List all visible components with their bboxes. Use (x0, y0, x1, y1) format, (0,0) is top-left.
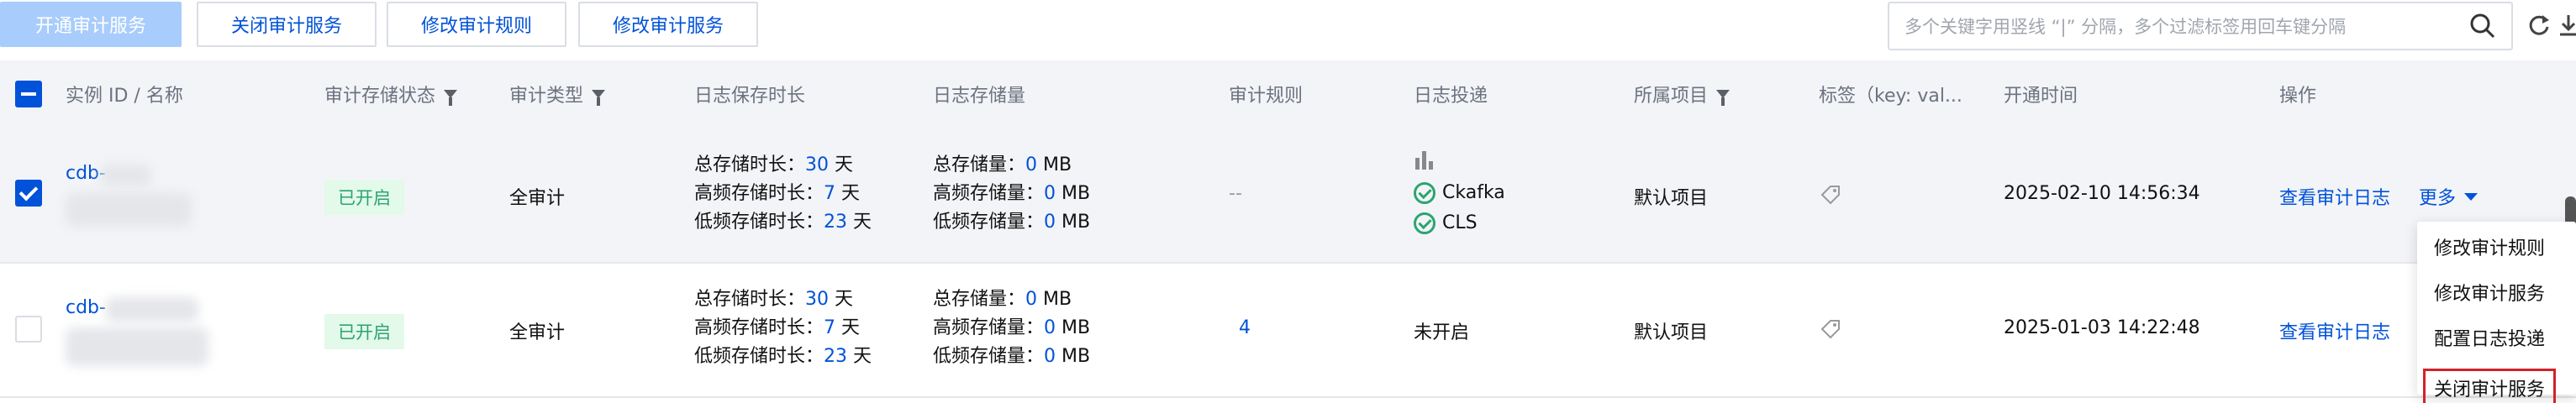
open-time: 2025-01-03 14:22:48 (2004, 317, 2200, 338)
tag-icon[interactable] (1819, 317, 1842, 346)
select-all-checkbox[interactable] (15, 81, 42, 107)
redacted-instance-name (66, 193, 192, 227)
bar-chart-icon[interactable] (1414, 149, 1436, 175)
open-time: 2025-02-10 14:56:34 (2004, 183, 2200, 204)
filter-icon[interactable] (1716, 90, 1731, 106)
status-badge: 已开启 (324, 314, 404, 349)
project-name: 默认项目 (1634, 188, 1709, 209)
header-audit-type: 审计类型 (509, 60, 606, 128)
row-checkbox[interactable] (15, 316, 42, 343)
download-icon[interactable] (2555, 12, 2576, 39)
header-actions: 操作 (2279, 86, 2317, 107)
header-project: 所属项目 (1634, 60, 1731, 128)
filter-icon[interactable] (592, 90, 606, 106)
project-name: 默认项目 (1634, 322, 1709, 343)
redacted-instance-id (101, 165, 151, 186)
header-tags: 标签（key: val... (1819, 86, 1962, 107)
search-icon[interactable] (2466, 9, 2500, 43)
header-storage-status: 审计存储状态 (324, 60, 458, 128)
instance-id-link[interactable]: cdb- (66, 163, 106, 184)
audit-type: 全审计 (509, 188, 566, 209)
header-log-storage: 日志存储量 (933, 86, 1026, 107)
header-instance: 实例 ID / 名称 (66, 86, 183, 107)
tag-icon[interactable] (1819, 183, 1842, 212)
storage-info: 总存储量：0 MB 高频存储量：0 MB 低频存储量：0 MB (933, 289, 1091, 367)
status-badge: 已开启 (324, 180, 404, 215)
retention-info: 总存储时长：30 天 高频存储时长：7 天 低频存储时长：23 天 (694, 154, 872, 233)
caret-down-icon (2464, 192, 2479, 201)
audit-type: 全审计 (509, 322, 566, 343)
search-placeholder: 多个关键字用竖线 “|” 分隔，多个过滤标签用回车键分隔 (1904, 17, 2347, 37)
redacted-instance-id (106, 297, 198, 322)
more-actions-dropdown[interactable]: 更多 (2419, 183, 2479, 210)
row-checkbox[interactable] (15, 180, 42, 207)
delivery-status: 未开启 (1414, 322, 1470, 343)
modify-service-button[interactable]: 修改审计服务 (578, 2, 758, 47)
menu-item-configure-delivery[interactable]: 配置日志投递 (2434, 324, 2545, 351)
redacted-instance-name (66, 327, 208, 366)
instance-id-link[interactable]: cdb- (66, 297, 106, 318)
check-circle-icon (1414, 182, 1436, 204)
menu-item-close-audit[interactable]: 关闭审计服务 (2422, 369, 2557, 403)
menu-item-modify-rules[interactable]: 修改审计规则 (2434, 233, 2545, 260)
table-header: 实例 ID / 名称 审计存储状态 审计类型 日志保存时长 日志存储量 审计规则… (0, 60, 2576, 129)
menu-item-modify-service[interactable]: 修改审计服务 (2434, 279, 2545, 306)
header-log-retention: 日志保存时长 (694, 86, 806, 107)
header-audit-rules: 审计规则 (1229, 86, 1304, 107)
filter-icon[interactable] (444, 90, 458, 106)
delivery-ckafka: Ckafka (1414, 178, 1505, 208)
audit-rules-count-link[interactable]: 4 (1239, 317, 1251, 338)
check-circle-icon (1414, 212, 1436, 234)
delivery-cls: CLS (1414, 208, 1505, 238)
audit-rules-value: -- (1229, 183, 1242, 204)
close-audit-button[interactable]: 关闭审计服务 (197, 2, 377, 47)
open-audit-button[interactable]: 开通审计服务 (0, 2, 182, 47)
refresh-icon[interactable] (2526, 12, 2552, 39)
view-audit-log-link[interactable]: 查看审计日志 (2279, 317, 2390, 344)
search-box[interactable]: 多个关键字用竖线 “|” 分隔，多个过滤标签用回车键分隔 (1888, 2, 2513, 50)
view-audit-log-link[interactable]: 查看审计日志 (2279, 183, 2390, 210)
table-row: cdb- 已开启 全审计 总存储时长：30 天 高频存储时长：7 天 低频存储时… (0, 128, 2576, 264)
more-actions-menu: 修改审计规则 修改审计服务 配置日志投递 关闭审计服务 (2417, 222, 2576, 403)
storage-info: 总存储量：0 MB 高频存储量：0 MB 低频存储量：0 MB (933, 154, 1091, 233)
retention-info: 总存储时长：30 天 高频存储时长：7 天 低频存储时长：23 天 (694, 289, 872, 367)
header-log-delivery: 日志投递 (1414, 86, 1488, 107)
modify-rules-button[interactable]: 修改审计规则 (387, 2, 566, 47)
table-row: cdb- 已开启 全审计 总存储时长：30 天 高频存储时长：7 天 低频存储时… (0, 262, 2576, 398)
header-open-time: 开通时间 (2004, 86, 2078, 107)
